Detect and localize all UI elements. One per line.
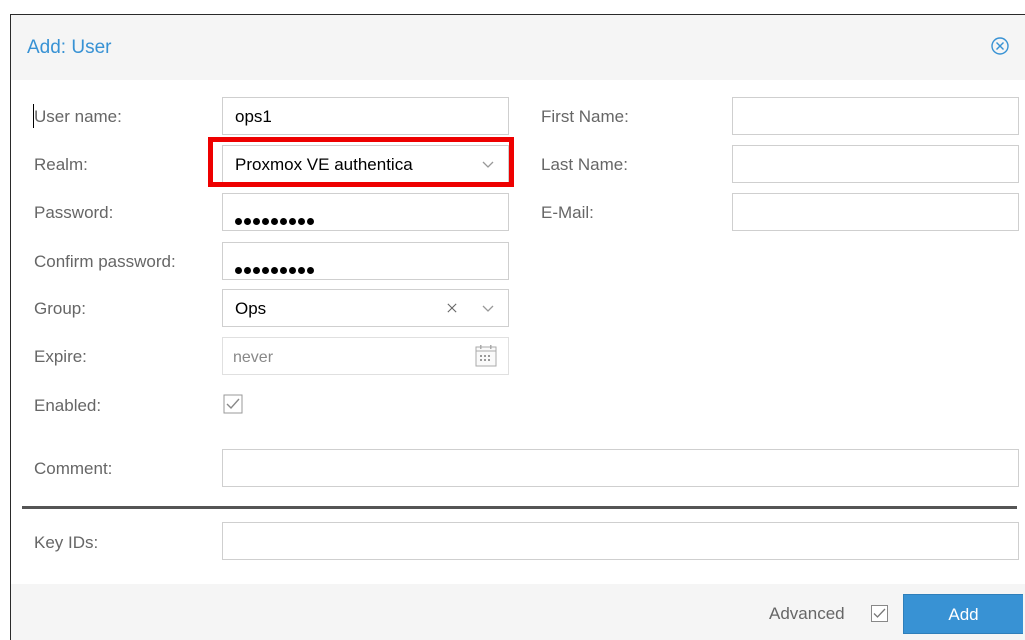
- advanced-checkbox[interactable]: [871, 605, 888, 622]
- comment-input[interactable]: [222, 449, 1019, 487]
- confirm-password-mask: [235, 261, 316, 279]
- confirm-password-label: Confirm password:: [34, 252, 176, 271]
- last-name-input[interactable]: [732, 145, 1019, 183]
- confirm-password-input[interactable]: [222, 242, 509, 280]
- email-label: E-Mail:: [541, 203, 594, 222]
- expire-placeholder: never: [233, 349, 274, 366]
- username-input[interactable]: ops1: [222, 97, 509, 135]
- chevron-down-icon[interactable]: [481, 304, 495, 314]
- enabled-label: Enabled:: [34, 396, 102, 415]
- dialog-titlebar: Add: User: [11, 15, 1025, 80]
- password-input[interactable]: [222, 193, 509, 231]
- expire-date-input[interactable]: never: [222, 337, 509, 375]
- key-ids-label: Key IDs:: [34, 533, 99, 552]
- section-divider: [22, 506, 1017, 509]
- username-label: User name:: [34, 107, 122, 126]
- enabled-checkbox[interactable]: [223, 394, 243, 414]
- comment-label: Comment:: [34, 459, 113, 478]
- add-button-label: Add: [948, 605, 979, 624]
- password-mask: [235, 212, 316, 230]
- advanced-label: Advanced: [769, 604, 845, 623]
- last-name-label: Last Name:: [541, 155, 628, 174]
- group-select[interactable]: Ops: [222, 289, 509, 327]
- group-label: Group:: [34, 299, 86, 318]
- expire-label: Expire:: [34, 347, 87, 366]
- first-name-input[interactable]: [732, 97, 1019, 135]
- clear-icon[interactable]: [445, 303, 459, 313]
- username-value: ops1: [235, 107, 272, 126]
- close-circle-icon[interactable]: [991, 37, 1009, 55]
- calendar-icon[interactable]: [474, 344, 498, 368]
- first-name-label: First Name:: [541, 107, 629, 126]
- group-value: Ops: [235, 299, 267, 318]
- password-label: Password:: [34, 203, 114, 222]
- realm-highlight-box: [208, 137, 514, 187]
- key-ids-input[interactable]: [222, 522, 1019, 560]
- dialog-title: Add: User: [27, 37, 112, 58]
- realm-label: Realm:: [34, 155, 88, 174]
- email-input[interactable]: [732, 193, 1019, 231]
- add-button[interactable]: Add: [903, 594, 1023, 634]
